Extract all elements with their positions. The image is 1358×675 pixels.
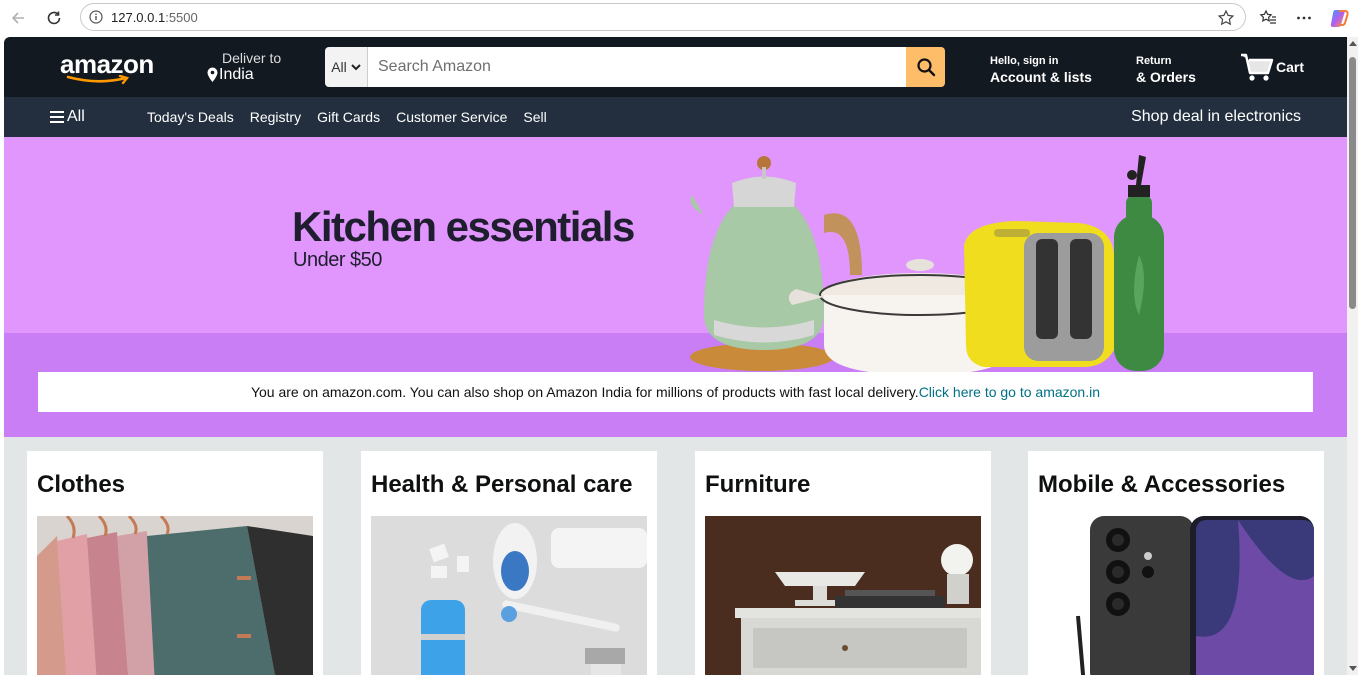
health-care-image (371, 516, 647, 675)
amazon-india-link[interactable]: Click here to go to amazon.in (919, 384, 1100, 400)
chevron-down-icon (351, 63, 361, 70)
search-bar: All (325, 47, 945, 87)
location-pin-icon (207, 67, 218, 82)
scrollbar-thumb[interactable] (1349, 57, 1356, 309)
nav-link-todays-deals[interactable]: Today's Deals (147, 109, 234, 125)
card-title: Mobile & Accessories (1038, 471, 1286, 498)
mobile-image (1038, 516, 1314, 675)
all-menu-button[interactable]: All (50, 108, 85, 126)
category-card-health[interactable]: Health & Personal care (361, 451, 657, 675)
amazon-header: amazon Deliver to India All Hel (4, 37, 1347, 97)
copilot-icon[interactable] (1322, 0, 1358, 36)
search-input[interactable] (368, 47, 906, 87)
sub-navigation: All Today's Deals Registry Gift Cards Cu… (4, 97, 1347, 137)
favorites-icon[interactable] (1250, 0, 1286, 36)
page-viewport: amazon Deliver to India All Hel (4, 37, 1347, 675)
amazon-logo[interactable]: amazon (60, 51, 156, 87)
smile-arrow-icon (66, 75, 130, 85)
search-category-select[interactable]: All (325, 47, 368, 87)
scroll-down-icon[interactable] (1349, 666, 1357, 671)
hero-banner[interactable]: Kitchen essentials Under $50 You are on … (4, 137, 1347, 437)
cart-icon (1241, 53, 1274, 81)
hero-title: Kitchen essentials (292, 203, 635, 250)
hero-subtitle: Under $50 (293, 249, 382, 271)
site-info-icon[interactable] (81, 10, 111, 24)
electronics-deal-link[interactable]: Shop deal in electronics (1131, 108, 1301, 126)
back-icon[interactable] (0, 0, 36, 36)
card-title: Furniture (705, 471, 811, 498)
card-title: Health & Personal care (371, 471, 633, 498)
category-card-mobile[interactable]: Mobile & Accessories (1028, 451, 1324, 675)
scroll-up-icon[interactable] (1349, 41, 1357, 46)
hamburger-icon (50, 111, 64, 123)
more-menu-icon[interactable] (1286, 0, 1322, 36)
nav-link-gift-cards[interactable]: Gift Cards (317, 109, 380, 125)
deliver-country: India (219, 66, 254, 83)
returns-orders[interactable]: Return & Orders (1136, 55, 1196, 85)
account-lists[interactable]: Hello, sign in Account & lists (990, 55, 1092, 85)
browser-toolbar: 127.0.0.1:5500 (0, 0, 1358, 36)
url-text: 127.0.0.1:5500 (111, 9, 198, 25)
category-card-furniture[interactable]: Furniture (695, 451, 991, 675)
deliver-to[interactable]: Deliver to India (206, 50, 281, 84)
search-button[interactable] (906, 47, 945, 87)
amazon-india-notice: You are on amazon.com. You can also shop… (38, 372, 1313, 412)
clothes-image (37, 516, 313, 675)
address-bar[interactable]: 127.0.0.1:5500 (80, 3, 1246, 31)
kitchen-products-image (690, 155, 1164, 375)
category-card-clothes[interactable]: Clothes (27, 451, 323, 675)
refresh-icon[interactable] (36, 0, 72, 36)
search-icon (916, 58, 935, 77)
card-title: Clothes (37, 471, 126, 498)
nav-link-sell[interactable]: Sell (523, 109, 546, 125)
favorite-star-icon[interactable] (1217, 9, 1235, 32)
page-scrollbar[interactable] (1347, 37, 1358, 675)
nav-link-customer-service[interactable]: Customer Service (396, 109, 507, 125)
nav-link-registry[interactable]: Registry (250, 109, 301, 125)
furniture-image (705, 516, 981, 675)
cart-button[interactable]: Cart (1240, 51, 1304, 83)
